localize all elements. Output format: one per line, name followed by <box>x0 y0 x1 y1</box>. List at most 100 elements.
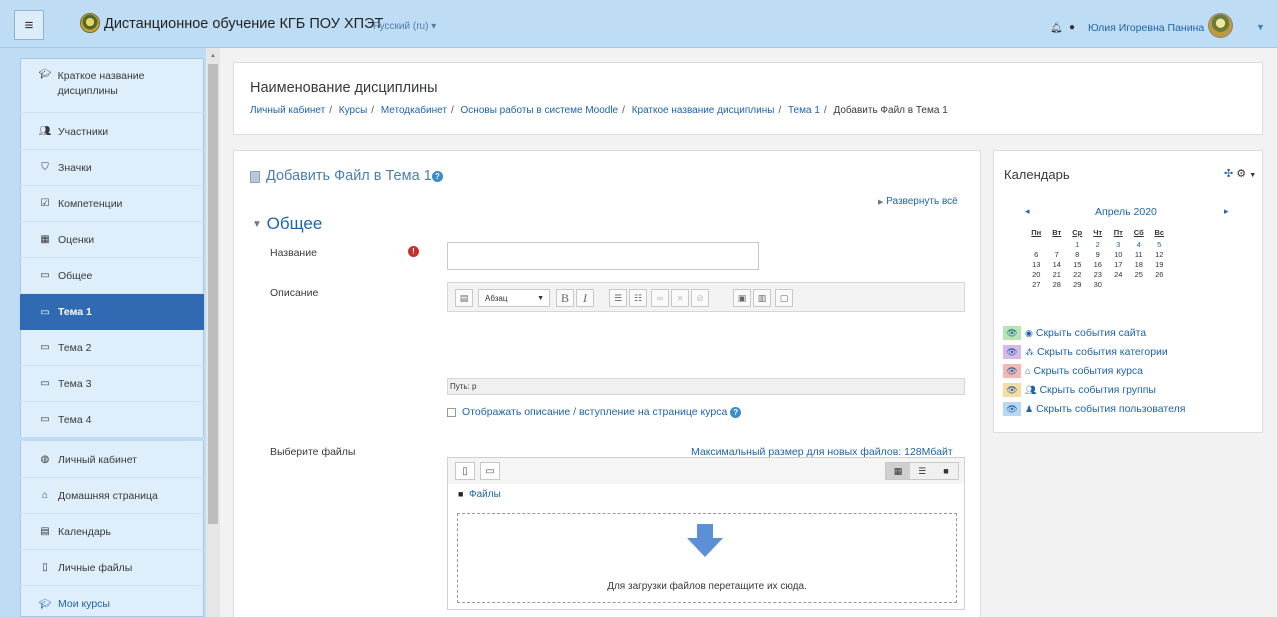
calendar-day[interactable]: 13 <box>1026 260 1047 270</box>
tree-view-icon[interactable]: ■ <box>934 463 958 479</box>
eye-icon[interactable]: 👁︎ <box>1003 345 1021 359</box>
sidebar-item-dashboard[interactable]: ◍ Личный кабинет <box>20 442 204 478</box>
help-icon[interactable]: ? <box>730 406 742 418</box>
sidebar-item-grades[interactable]: ▦ Оценки <box>20 222 204 258</box>
calendar-day[interactable]: 8 <box>1067 250 1088 260</box>
calendar-day[interactable]: 23 <box>1088 270 1109 280</box>
paragraph-format-select[interactable]: Абзац ▼ <box>478 289 550 307</box>
sidebar-item-topic-3[interactable]: ▭ Тема 3 <box>20 366 204 402</box>
sidebar-item-course[interactable]: 🎓︎ Краткое название дисциплины <box>20 59 204 113</box>
grid-view-icon[interactable]: ▦ <box>886 463 910 479</box>
calendar-day[interactable]: 26 <box>1149 270 1170 280</box>
description-editor[interactable] <box>447 312 965 378</box>
italic-icon[interactable]: I <box>576 289 594 307</box>
breadcrumb-item[interactable]: Методкабинет <box>381 105 447 116</box>
calendar-day[interactable]: 9 <box>1088 250 1109 260</box>
calendar-day[interactable]: 11 <box>1129 250 1150 260</box>
sidebar-item-private-files[interactable]: ▯ Личные файлы <box>20 550 204 586</box>
bold-icon[interactable]: B <box>556 289 574 307</box>
calendar-day[interactable]: 2 <box>1088 240 1109 250</box>
calendar-day[interactable]: 4 <box>1129 240 1150 250</box>
calendar-day[interactable]: 22 <box>1067 270 1088 280</box>
calendar-day[interactable]: 7 <box>1047 250 1068 260</box>
hide-category-events[interactable]: 👁︎ ⁂ Скрыть события категории <box>1003 344 1168 360</box>
calendar-day[interactable]: 6 <box>1026 250 1047 260</box>
site-title[interactable]: Дистанционное обучение КГБ ПОУ ХПЭТ <box>104 16 383 32</box>
page-scrollbar[interactable] <box>1270 48 1277 617</box>
hide-site-events[interactable]: 👁︎ ◉ Скрыть события сайта <box>1003 325 1146 341</box>
sidebar-item-home[interactable]: ⌂ Домашняя страница <box>20 478 204 514</box>
file-manager-icon[interactable]: ▢ <box>775 289 793 307</box>
eye-icon[interactable]: 👁︎ <box>1003 364 1021 378</box>
breadcrumb-item[interactable]: Краткое название дисциплины <box>632 105 775 116</box>
sidebar-item-topic-1[interactable]: ▭ Тема 1 <box>20 294 204 330</box>
media-icon[interactable]: ▥ <box>753 289 771 307</box>
calendar-day[interactable]: 1 <box>1067 240 1088 250</box>
calendar-day[interactable]: 16 <box>1088 260 1109 270</box>
prev-month-button[interactable]: ◂ <box>1025 206 1030 217</box>
eye-icon[interactable]: 👁︎ <box>1003 402 1021 416</box>
help-icon[interactable]: ? <box>431 170 443 182</box>
sidebar-item-general[interactable]: ▭ Общее <box>20 258 204 294</box>
eye-icon[interactable]: 👁︎ <box>1003 326 1021 340</box>
calendar-month[interactable]: Апрель 2020 <box>1095 206 1157 218</box>
calendar-day[interactable]: 5 <box>1149 240 1170 250</box>
breadcrumb-item[interactable]: Личный кабинет <box>250 105 325 116</box>
toolbar-toggle-icon[interactable]: ▤ <box>455 289 473 307</box>
calendar-day[interactable]: 3 <box>1108 240 1129 250</box>
breadcrumb-item[interactable]: Тема 1 <box>788 105 820 116</box>
calendar-day[interactable]: 30 <box>1088 280 1109 290</box>
sidebar-item-topic-2[interactable]: ▭ Тема 2 <box>20 330 204 366</box>
calendar-day[interactable]: 15 <box>1067 260 1088 270</box>
numbered-list-icon[interactable]: ☷ <box>629 289 647 307</box>
eye-icon[interactable]: 👁︎ <box>1003 383 1021 397</box>
hide-group-events[interactable]: 👁︎ 👥︎ Скрыть события группы <box>1003 382 1156 398</box>
scroll-up-icon[interactable]: ▲ <box>210 53 216 59</box>
list-view-icon[interactable]: ☰ <box>910 463 934 479</box>
image-icon[interactable]: ▣ <box>733 289 751 307</box>
calendar-day[interactable]: 10 <box>1108 250 1129 260</box>
calendar-day[interactable]: 18 <box>1129 260 1150 270</box>
message-icon[interactable]: ● <box>1069 22 1075 33</box>
name-input[interactable] <box>447 242 759 270</box>
bullet-list-icon[interactable]: ☰ <box>609 289 627 307</box>
calendar-day[interactable]: 21 <box>1047 270 1068 280</box>
files-folder-link[interactable]: ■ Файлы <box>458 489 501 500</box>
calendar-day[interactable]: 12 <box>1149 250 1170 260</box>
user-name[interactable]: Юлия Игоревна Панина <box>1088 22 1204 34</box>
sidebar-item-topic-4[interactable]: ▭ Тема 4 <box>20 402 204 438</box>
sidebar-item-participants[interactable]: 👥︎ Участники <box>20 114 204 150</box>
calendar-day[interactable]: 17 <box>1108 260 1129 270</box>
sidebar-item-my-courses[interactable]: 🎓︎ Мои курсы <box>20 586 204 617</box>
calendar-day[interactable]: 24 <box>1108 270 1129 280</box>
calendar-day[interactable]: 25 <box>1129 270 1150 280</box>
sidebar-item-competencies[interactable]: ☑ Компетенции <box>20 186 204 222</box>
create-folder-button[interactable]: ▭ <box>480 462 500 480</box>
chevron-down-icon[interactable]: ▼ <box>1256 22 1265 32</box>
calendar-day[interactable]: 28 <box>1047 280 1068 290</box>
show-description-checkbox[interactable] <box>447 408 456 417</box>
menu-toggle-button[interactable]: ≡ <box>14 10 44 40</box>
unlink-icon[interactable]: ⨯ <box>671 289 689 307</box>
calendar-day[interactable]: 27 <box>1026 280 1047 290</box>
move-icon[interactable]: ✣ <box>1224 168 1233 180</box>
bell-icon[interactable]: 🔔︎ <box>1050 23 1063 34</box>
hide-user-events[interactable]: 👁︎ ♟ Скрыть события пользователя <box>1003 401 1185 417</box>
emoticon-icon[interactable]: ⊘ <box>691 289 709 307</box>
breadcrumb-item[interactable]: Курсы <box>339 105 367 116</box>
section-general-toggle[interactable]: ▼ Общее <box>252 214 322 234</box>
language-selector[interactable]: Русский (ru) ▾ <box>373 21 436 32</box>
breadcrumb-item[interactable]: Основы работы в системе Moodle <box>461 105 619 116</box>
calendar-day[interactable]: 19 <box>1149 260 1170 270</box>
calendar-day[interactable]: 20 <box>1026 270 1047 280</box>
link-icon[interactable]: ∞ <box>651 289 669 307</box>
site-logo[interactable] <box>80 13 100 33</box>
calendar-day[interactable]: 29 <box>1067 280 1088 290</box>
sidebar-scroll-thumb[interactable] <box>208 64 218 524</box>
sidebar-item-badges[interactable]: ⛉ Значки <box>20 150 204 186</box>
sidebar-item-calendar[interactable]: ▤ Календарь <box>20 514 204 550</box>
calendar-day[interactable]: 14 <box>1047 260 1068 270</box>
gear-icon[interactable]: ⚙ <box>1236 168 1246 180</box>
chevron-down-icon[interactable]: ▼ <box>1249 172 1256 179</box>
hide-course-events[interactable]: 👁︎ ⌂ Скрыть события курса <box>1003 363 1143 379</box>
